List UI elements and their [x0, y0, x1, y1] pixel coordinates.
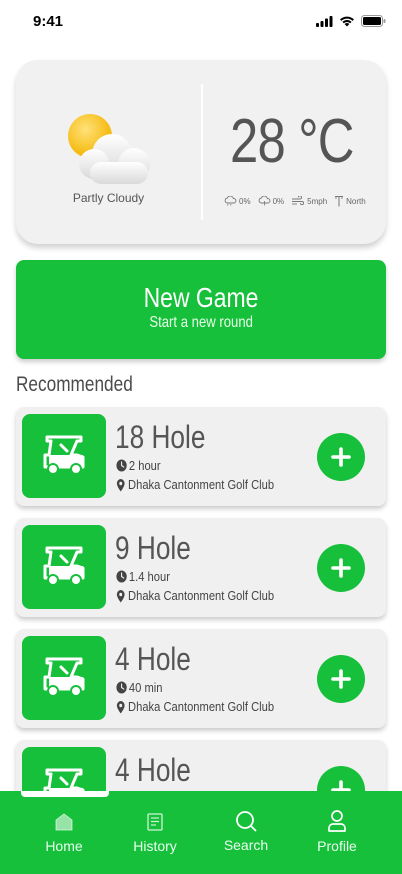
precipitation-value: 0%: [239, 196, 251, 206]
direction-value: North: [346, 196, 366, 206]
course-duration: 1.4 hour: [116, 569, 170, 584]
plus-icon: [331, 447, 351, 467]
add-course-button[interactable]: [317, 544, 365, 592]
add-course-button[interactable]: [317, 655, 365, 703]
signal-icon: [316, 15, 333, 27]
golf-cart-icon: [43, 546, 85, 586]
clock-icon: [116, 459, 127, 472]
weather-stats: 0% 0% 5mph North: [224, 195, 366, 207]
status-icons: [316, 15, 386, 27]
history-icon: [147, 813, 163, 831]
home-icon: [55, 813, 73, 831]
course-name: 4 Hole: [115, 641, 191, 677]
nav-active-indicator: [21, 791, 109, 797]
weather-divider: [201, 84, 203, 220]
nav-search-label: Search: [223, 837, 269, 853]
cloud-rain-icon: [258, 196, 270, 206]
new-game-title: New Game: [16, 282, 386, 314]
course-name: 18 Hole: [115, 419, 206, 455]
wind-stat: 5mph: [291, 196, 327, 206]
course-club: Dhaka Cantonment Golf Club: [116, 477, 274, 492]
new-game-button[interactable]: New Game Start a new round: [16, 260, 386, 359]
plus-icon: [331, 669, 351, 689]
course-duration: 2 hour: [116, 458, 161, 473]
course-duration-text: 2 hour: [128, 458, 161, 473]
search-icon: [236, 811, 257, 832]
nav-profile-label: Profile: [317, 838, 357, 854]
course-thumbnail: [22, 414, 106, 498]
course-name: 9 Hole: [115, 530, 191, 566]
golf-cart-icon: [43, 657, 85, 697]
course-thumbnail: [22, 525, 106, 609]
plus-icon: [331, 558, 351, 578]
golf-cart-icon: [43, 435, 85, 475]
wind-direction-icon: [335, 196, 344, 207]
nav-profile[interactable]: Profile: [297, 791, 377, 874]
course-thumbnail: [22, 636, 106, 720]
rain-value: 0%: [272, 196, 285, 206]
profile-icon: [328, 810, 346, 832]
course-duration-text: 40 min: [128, 680, 163, 695]
weather-condition: Partly Cloudy: [72, 191, 145, 205]
location-pin-icon: [116, 700, 125, 713]
weather-card: Partly Cloudy 28 °C 0% 0% 5mph North: [16, 60, 386, 244]
temperature: 28 °C: [230, 107, 354, 176]
nav-home-label: Home: [45, 838, 83, 854]
course-club: Dhaka Cantonment Golf Club: [116, 588, 274, 603]
course-duration: 40 min: [116, 680, 162, 695]
new-game-subtitle-text: Start a new round: [149, 314, 253, 331]
new-game-title-text: New Game: [143, 282, 259, 313]
course-club-text: Dhaka Cantonment Golf Club: [128, 588, 275, 603]
battery-icon: [361, 15, 386, 27]
add-course-button[interactable]: [317, 433, 365, 481]
course-card[interactable]: 9 Hole 1.4 hour Dhaka Cantonment Golf Cl…: [16, 518, 386, 617]
cloud-drizzle-icon: [224, 196, 237, 206]
course-name: 4 Hole: [115, 752, 191, 788]
nav-history[interactable]: History: [115, 791, 195, 874]
location-pin-icon: [116, 589, 125, 602]
course-card[interactable]: 18 Hole 2 hour Dhaka Cantonment Golf Clu…: [16, 407, 386, 506]
new-game-subtitle: Start a new round: [16, 314, 386, 332]
status-time: 9:41: [33, 13, 64, 30]
wifi-icon: [340, 16, 354, 26]
wind-value: 5mph: [307, 196, 328, 206]
course-club-text: Dhaka Cantonment Golf Club: [128, 699, 275, 714]
bottom-nav: Home History Search Profile: [0, 791, 402, 874]
partly-cloudy-icon: [68, 114, 150, 184]
course-duration-text: 1.4 hour: [128, 569, 170, 584]
location-pin-icon: [116, 478, 125, 491]
direction-stat: North: [334, 195, 366, 207]
nav-search[interactable]: Search: [206, 791, 286, 874]
course-club-text: Dhaka Cantonment Golf Club: [128, 477, 275, 492]
status-bar: 9:41: [0, 0, 402, 46]
course-card[interactable]: 4 Hole 40 min Dhaka Cantonment Golf Club: [16, 629, 386, 728]
wind-icon: [292, 196, 305, 206]
clock-icon: [116, 570, 127, 583]
course-club: Dhaka Cantonment Golf Club: [116, 699, 274, 714]
clock-icon: [116, 681, 127, 694]
nav-history-label: History: [133, 838, 177, 854]
section-title: Recommended: [16, 373, 133, 396]
nav-home[interactable]: Home: [24, 791, 104, 874]
precipitation-stat: 0%: [224, 196, 251, 206]
rain-stat: 0%: [258, 196, 285, 206]
